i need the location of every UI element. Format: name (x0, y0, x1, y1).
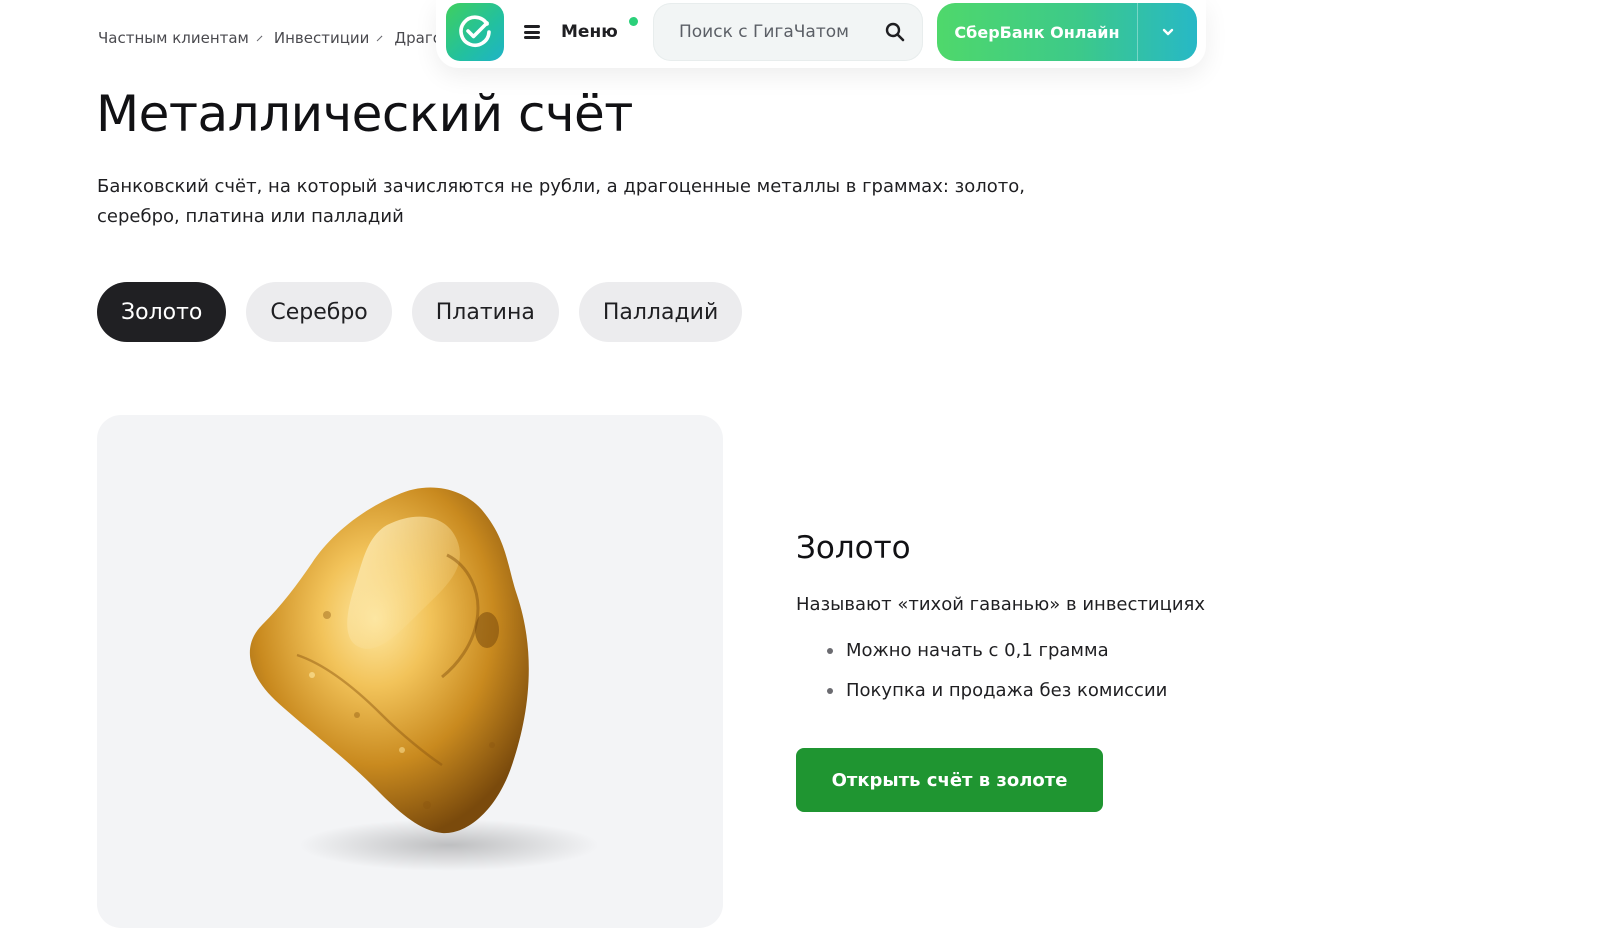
breadcrumb: Частным клиентам Инвестиции Драгоценные … (98, 27, 438, 49)
tab-gold[interactable]: Золото (97, 282, 227, 342)
sberbank-online-button[interactable]: СберБанк Онлайн (937, 3, 1137, 61)
chevron-right-icon (377, 35, 383, 41)
page: Частным клиентам Инвестиции Драгоценные … (0, 0, 1600, 928)
gold-nugget-image (249, 487, 599, 871)
open-gold-account-button[interactable]: Открыть счёт в золоте (796, 748, 1103, 812)
search-input[interactable] (653, 3, 873, 61)
chevron-right-icon (256, 35, 263, 41)
feature-text: Покупка и продажа без комиссии (846, 680, 1168, 701)
chevron-down-icon (1162, 28, 1173, 36)
list-item: Можно начать с 0,1 грамма (826, 640, 1167, 662)
bullet-icon (827, 648, 833, 654)
metal-tabs: Золото Серебро Платина Палладий (97, 282, 743, 342)
search-box (653, 3, 923, 61)
sberbank-online-dropdown[interactable] (1138, 3, 1197, 61)
product-title: Золото (796, 530, 911, 566)
tab-platinum[interactable]: Платина (411, 282, 559, 342)
sberbank-online: СберБанк Онлайн (937, 3, 1197, 61)
page-title: Металлический счёт (96, 85, 633, 143)
notification-dot (629, 17, 638, 26)
breadcrumb-item-investments[interactable]: Инвестиции (274, 29, 370, 47)
tab-silver[interactable]: Серебро (246, 282, 392, 342)
breadcrumb-item-private-clients[interactable]: Частным клиентам (98, 29, 249, 47)
list-item: Покупка и продажа без комиссии (826, 680, 1167, 702)
feature-text: Можно начать с 0,1 грамма (846, 640, 1109, 661)
menu-button[interactable]: Меню (524, 14, 618, 50)
product-subtitle: Называют «тихой гаванью» в инвестициях (796, 594, 1206, 615)
tab-palladium[interactable]: Палладий (578, 282, 743, 342)
page-lead: Банковский счёт, на который зачисляются … (97, 176, 1025, 227)
sber-check-icon[interactable] (446, 3, 504, 61)
breadcrumb-item-precious-metals[interactable]: Драгоценные металлы (394, 29, 438, 47)
product-image-card (97, 415, 723, 928)
hamburger-icon (524, 25, 540, 39)
search-icon[interactable] (885, 22, 905, 42)
menu-label: Меню (561, 22, 618, 42)
product-features: Можно начать с 0,1 грамма Покупка и прод… (826, 640, 1167, 720)
top-header: Меню СберБанк Онлайн (436, 0, 1206, 68)
bullet-icon (827, 688, 833, 694)
